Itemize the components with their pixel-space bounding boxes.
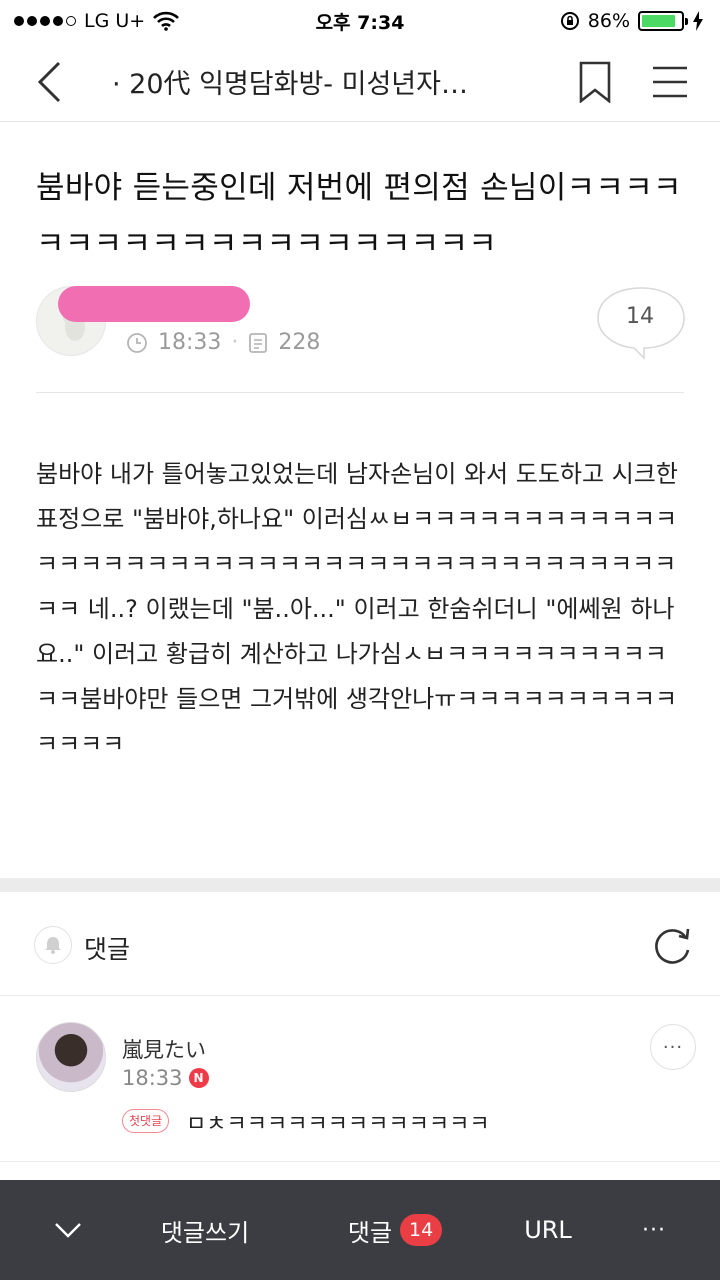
- board-title[interactable]: · 20代 익명담화방- 미성년자…: [100, 62, 558, 101]
- battery-icon: [638, 11, 688, 31]
- menu-icon[interactable]: [652, 65, 688, 99]
- comment-item: 嵐見たい 18:33 N 첫댓글 ㅁㅊㅋㅋㅋㅋㅋㅋㅋㅋㅋㅋㅋㅋㅋ ···: [0, 1018, 720, 1162]
- comment-text: ㅁㅊㅋㅋㅋㅋㅋㅋㅋㅋㅋㅋㅋㅋㅋ: [186, 1112, 490, 1137]
- bell-icon: [45, 937, 61, 954]
- clock-icon: [127, 332, 147, 353]
- divider: [36, 392, 684, 393]
- commenter-name[interactable]: 嵐見たい: [122, 1034, 206, 1064]
- post-time: 18:33: [158, 330, 222, 355]
- orientation-lock-icon: [560, 12, 579, 30]
- post-author-row: 18:33 · 228 14: [36, 286, 686, 366]
- write-comment-button[interactable]: 댓글쓰기: [140, 1180, 270, 1280]
- comments-count-badge: 14: [400, 1214, 443, 1246]
- comment-count-bubble[interactable]: 14: [596, 286, 686, 360]
- refresh-icon[interactable]: [650, 924, 694, 968]
- url-button[interactable]: URL: [506, 1180, 590, 1280]
- more-options-button[interactable]: ···: [626, 1180, 682, 1280]
- post-views: 228: [278, 330, 321, 355]
- meta-separator: ·: [231, 330, 239, 355]
- comments-button-label: 댓글: [347, 1218, 393, 1247]
- signal-strength-icon: [14, 16, 76, 26]
- bottom-action-bar: 댓글쓰기 댓글 14 URL ···: [0, 1180, 720, 1280]
- commenter-avatar[interactable]: [36, 1022, 106, 1092]
- collapse-button[interactable]: [36, 1180, 100, 1280]
- wifi-icon: [153, 11, 180, 31]
- more-options-icon: ···: [642, 1217, 666, 1243]
- back-button[interactable]: [0, 42, 100, 122]
- more-icon: ···: [662, 1036, 684, 1058]
- bookmark-icon[interactable]: [578, 61, 612, 103]
- battery-percent: 86%: [587, 10, 630, 32]
- section-separator: [0, 878, 720, 892]
- url-label: URL: [524, 1216, 572, 1244]
- new-badge: N: [188, 1068, 209, 1088]
- carrier-label: LG U+: [84, 10, 146, 32]
- comments-button[interactable]: 댓글 14: [330, 1180, 460, 1280]
- write-comment-label: 댓글쓰기: [160, 1218, 250, 1247]
- comment-count: 14: [626, 304, 654, 329]
- charging-bolt-icon: [693, 11, 703, 31]
- status-bar: LG U+ 오후 7:34 86%: [0, 0, 720, 42]
- comments-header: 댓글: [0, 892, 720, 996]
- chevron-down-icon: [55, 1223, 81, 1238]
- comments-label: 댓글: [84, 935, 131, 964]
- first-comment-badge: 첫댓글: [122, 1109, 170, 1133]
- post-body: 붐바야 내가 틀어놓고있었는데 남자손님이 와서 도도하고 시크한표정으로 "붐…: [36, 460, 678, 758]
- notification-bell-button[interactable]: [34, 926, 72, 964]
- comment-more-button[interactable]: ···: [650, 1024, 696, 1070]
- comment-time: 18:33: [122, 1066, 183, 1090]
- author-name-redaction: [58, 286, 250, 322]
- post-title: 붐바야 듣는중인데 저번에 편의점 손님이ㅋㅋㅋㅋㅋㅋㅋㅋㅋㅋㅋㅋㅋㅋㅋㅋㅋㅋㅋ…: [36, 170, 682, 262]
- views-icon: [249, 332, 268, 353]
- chevron-left-icon: [37, 61, 61, 102]
- nav-header: · 20代 익명담화방- 미성년자…: [0, 42, 720, 122]
